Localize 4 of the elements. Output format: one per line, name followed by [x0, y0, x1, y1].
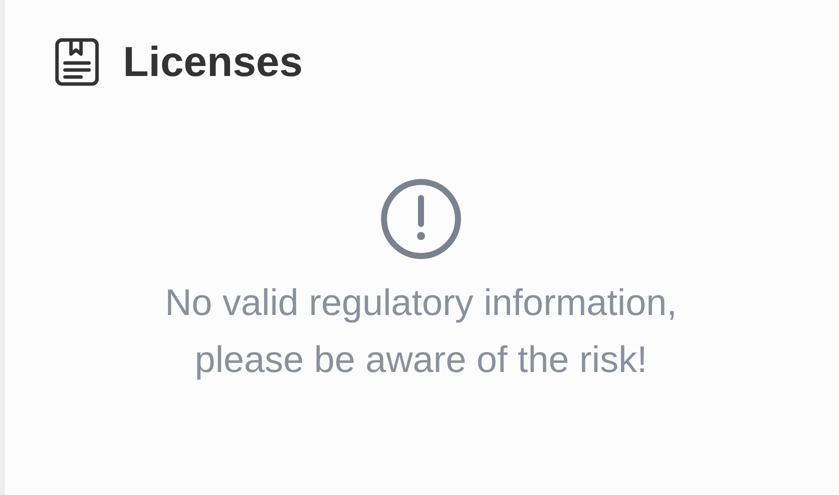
warning-message: No valid regulatory information, please be aware of the risk! — [164, 281, 678, 382]
warning-icon — [380, 178, 462, 260]
section-title: Licenses — [123, 38, 303, 86]
document-icon — [55, 38, 99, 86]
